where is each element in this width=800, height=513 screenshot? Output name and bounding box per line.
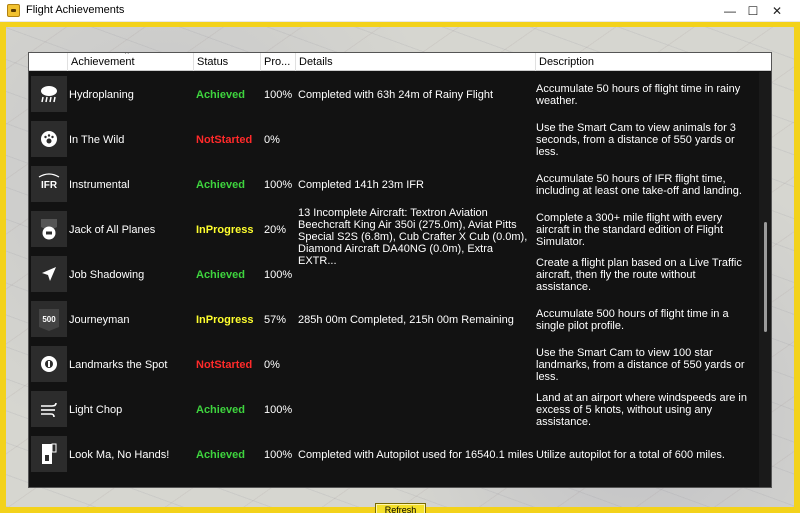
achievement-name: In The Wild — [69, 134, 125, 146]
column-header-details[interactable]: Details — [295, 53, 535, 71]
column-header-progress[interactable]: Pro... — [260, 53, 295, 71]
progress-value: 100% — [264, 89, 293, 101]
rain-cloud-icon — [31, 76, 67, 112]
close-button[interactable]: ✕ — [754, 0, 800, 22]
vertical-scrollbar[interactable] — [759, 72, 771, 487]
achievement-name: Journeyman — [69, 314, 130, 326]
progress-value: 100% — [264, 404, 293, 416]
badge-medal-icon — [31, 211, 67, 247]
paw-camera-icon — [31, 121, 67, 157]
scrollbar-thumb[interactable] — [764, 222, 767, 332]
refresh-button[interactable]: Refresh — [375, 503, 426, 513]
description-text: Utilize autopilot for a total of 600 mil… — [536, 449, 725, 461]
description-text: Use the Smart Cam to view animals for 3 … — [536, 122, 736, 158]
status-badge: NotStarted — [196, 359, 253, 371]
column-header-achievement[interactable]: Achievement — [67, 53, 193, 71]
description-text: Accumulate 50 hours of IFR flight time, … — [536, 173, 742, 197]
table-row[interactable]: Jack of All Planes InProgress 20% 13 Incomp… — [29, 207, 759, 267]
svg-text:500: 500 — [42, 315, 56, 324]
description-text: Land at an airport where windspeeds are … — [536, 392, 747, 428]
achievement-name: Job Shadowing — [69, 269, 145, 281]
achievement-name: Landmarks the Spot — [69, 359, 168, 371]
table-row[interactable]: 500 Journeyman InProgress 57% 285h 00m Compl… — [29, 297, 759, 342]
status-badge: Achieved — [196, 449, 245, 461]
progress-value: 100% — [264, 449, 293, 461]
app-icon — [7, 4, 20, 17]
progress-value: 100% — [264, 269, 293, 281]
progress-value: 0% — [264, 134, 280, 146]
progress-value: 100% — [264, 179, 293, 191]
progress-value: 57% — [264, 314, 287, 326]
details-text: 285h 00m Completed, 215h 00m Remaining — [298, 314, 514, 326]
table-row[interactable]: In The Wild NotStarted 0% Use the Smart Cam… — [29, 117, 759, 162]
progress-value: 20% — [264, 224, 287, 236]
table-row[interactable]: Job Shadowing Achieved 100% Create a flight… — [29, 252, 759, 297]
details-text: Completed with 63h 24m of Rainy Flight — [298, 89, 494, 101]
table-row[interactable]: Landmarks the Spot NotStarted 0% Use the Sm… — [29, 342, 759, 387]
achievements-grid: Achievement ^ Status Pro... Details Desc… — [28, 52, 772, 488]
wind-icon — [31, 391, 67, 427]
description-text: Complete a 300+ mile flight with every a… — [536, 212, 724, 248]
description-text: Accumulate 500 hours of flight time in a… — [536, 308, 729, 332]
achievement-name: Jack of All Planes — [69, 224, 156, 236]
status-badge: InProgress — [196, 224, 254, 236]
autopilot-icon — [31, 436, 67, 472]
details-text: Completed 141h 23m IFR — [298, 179, 424, 191]
navigation-arrow-icon — [31, 256, 67, 292]
progress-value: 0% — [264, 359, 280, 371]
column-header-status[interactable]: Status — [193, 53, 260, 71]
title-bar: Flight Achievements — ☐ ✕ — [0, 0, 800, 22]
svg-text:IFR: IFR — [41, 180, 58, 191]
achievement-name: Hydroplaning — [69, 89, 134, 101]
achievement-name: Light Chop — [69, 404, 123, 416]
status-badge: Achieved — [196, 269, 245, 281]
description-text: Create a flight plan based on a Live Tra… — [536, 257, 742, 293]
status-badge: NotStarted — [196, 134, 253, 146]
sort-arrow-icon: ^ — [125, 52, 129, 59]
description-text: Accumulate 50 hours of flight time in ra… — [536, 83, 741, 107]
status-badge: Achieved — [196, 89, 245, 101]
grid-header: Achievement ^ Status Pro... Details Desc… — [29, 52, 771, 71]
table-row[interactable]: Hydroplaning Achieved 100% Completed with 6… — [29, 72, 759, 117]
details-text: Completed with Autopilot used for 16540.… — [298, 449, 534, 461]
description-text: Use the Smart Cam to view 100 star landm… — [536, 347, 745, 383]
window-title: Flight Achievements — [26, 4, 125, 16]
status-badge: Achieved — [196, 179, 245, 191]
table-row[interactable]: Look Ma, No Hands! Achieved 100% Completed … — [29, 432, 759, 477]
table-row[interactable]: Light Chop Achieved 100% Land at an airport… — [29, 387, 759, 432]
achievement-name: Instrumental — [69, 179, 130, 191]
status-badge: Achieved — [196, 404, 245, 416]
window-frame: Achievement ^ Status Pro... Details Desc… — [0, 22, 800, 513]
ifr-icon: IFR — [31, 166, 67, 202]
badge-500-icon: 500 — [31, 301, 67, 337]
column-header-description[interactable]: Description — [535, 53, 771, 71]
landmark-camera-icon — [31, 346, 67, 382]
achievement-name: Look Ma, No Hands! — [69, 449, 170, 461]
status-badge: InProgress — [196, 314, 254, 326]
table-row[interactable]: IFR Instrumental Achieved 100% Completed 141… — [29, 162, 759, 207]
